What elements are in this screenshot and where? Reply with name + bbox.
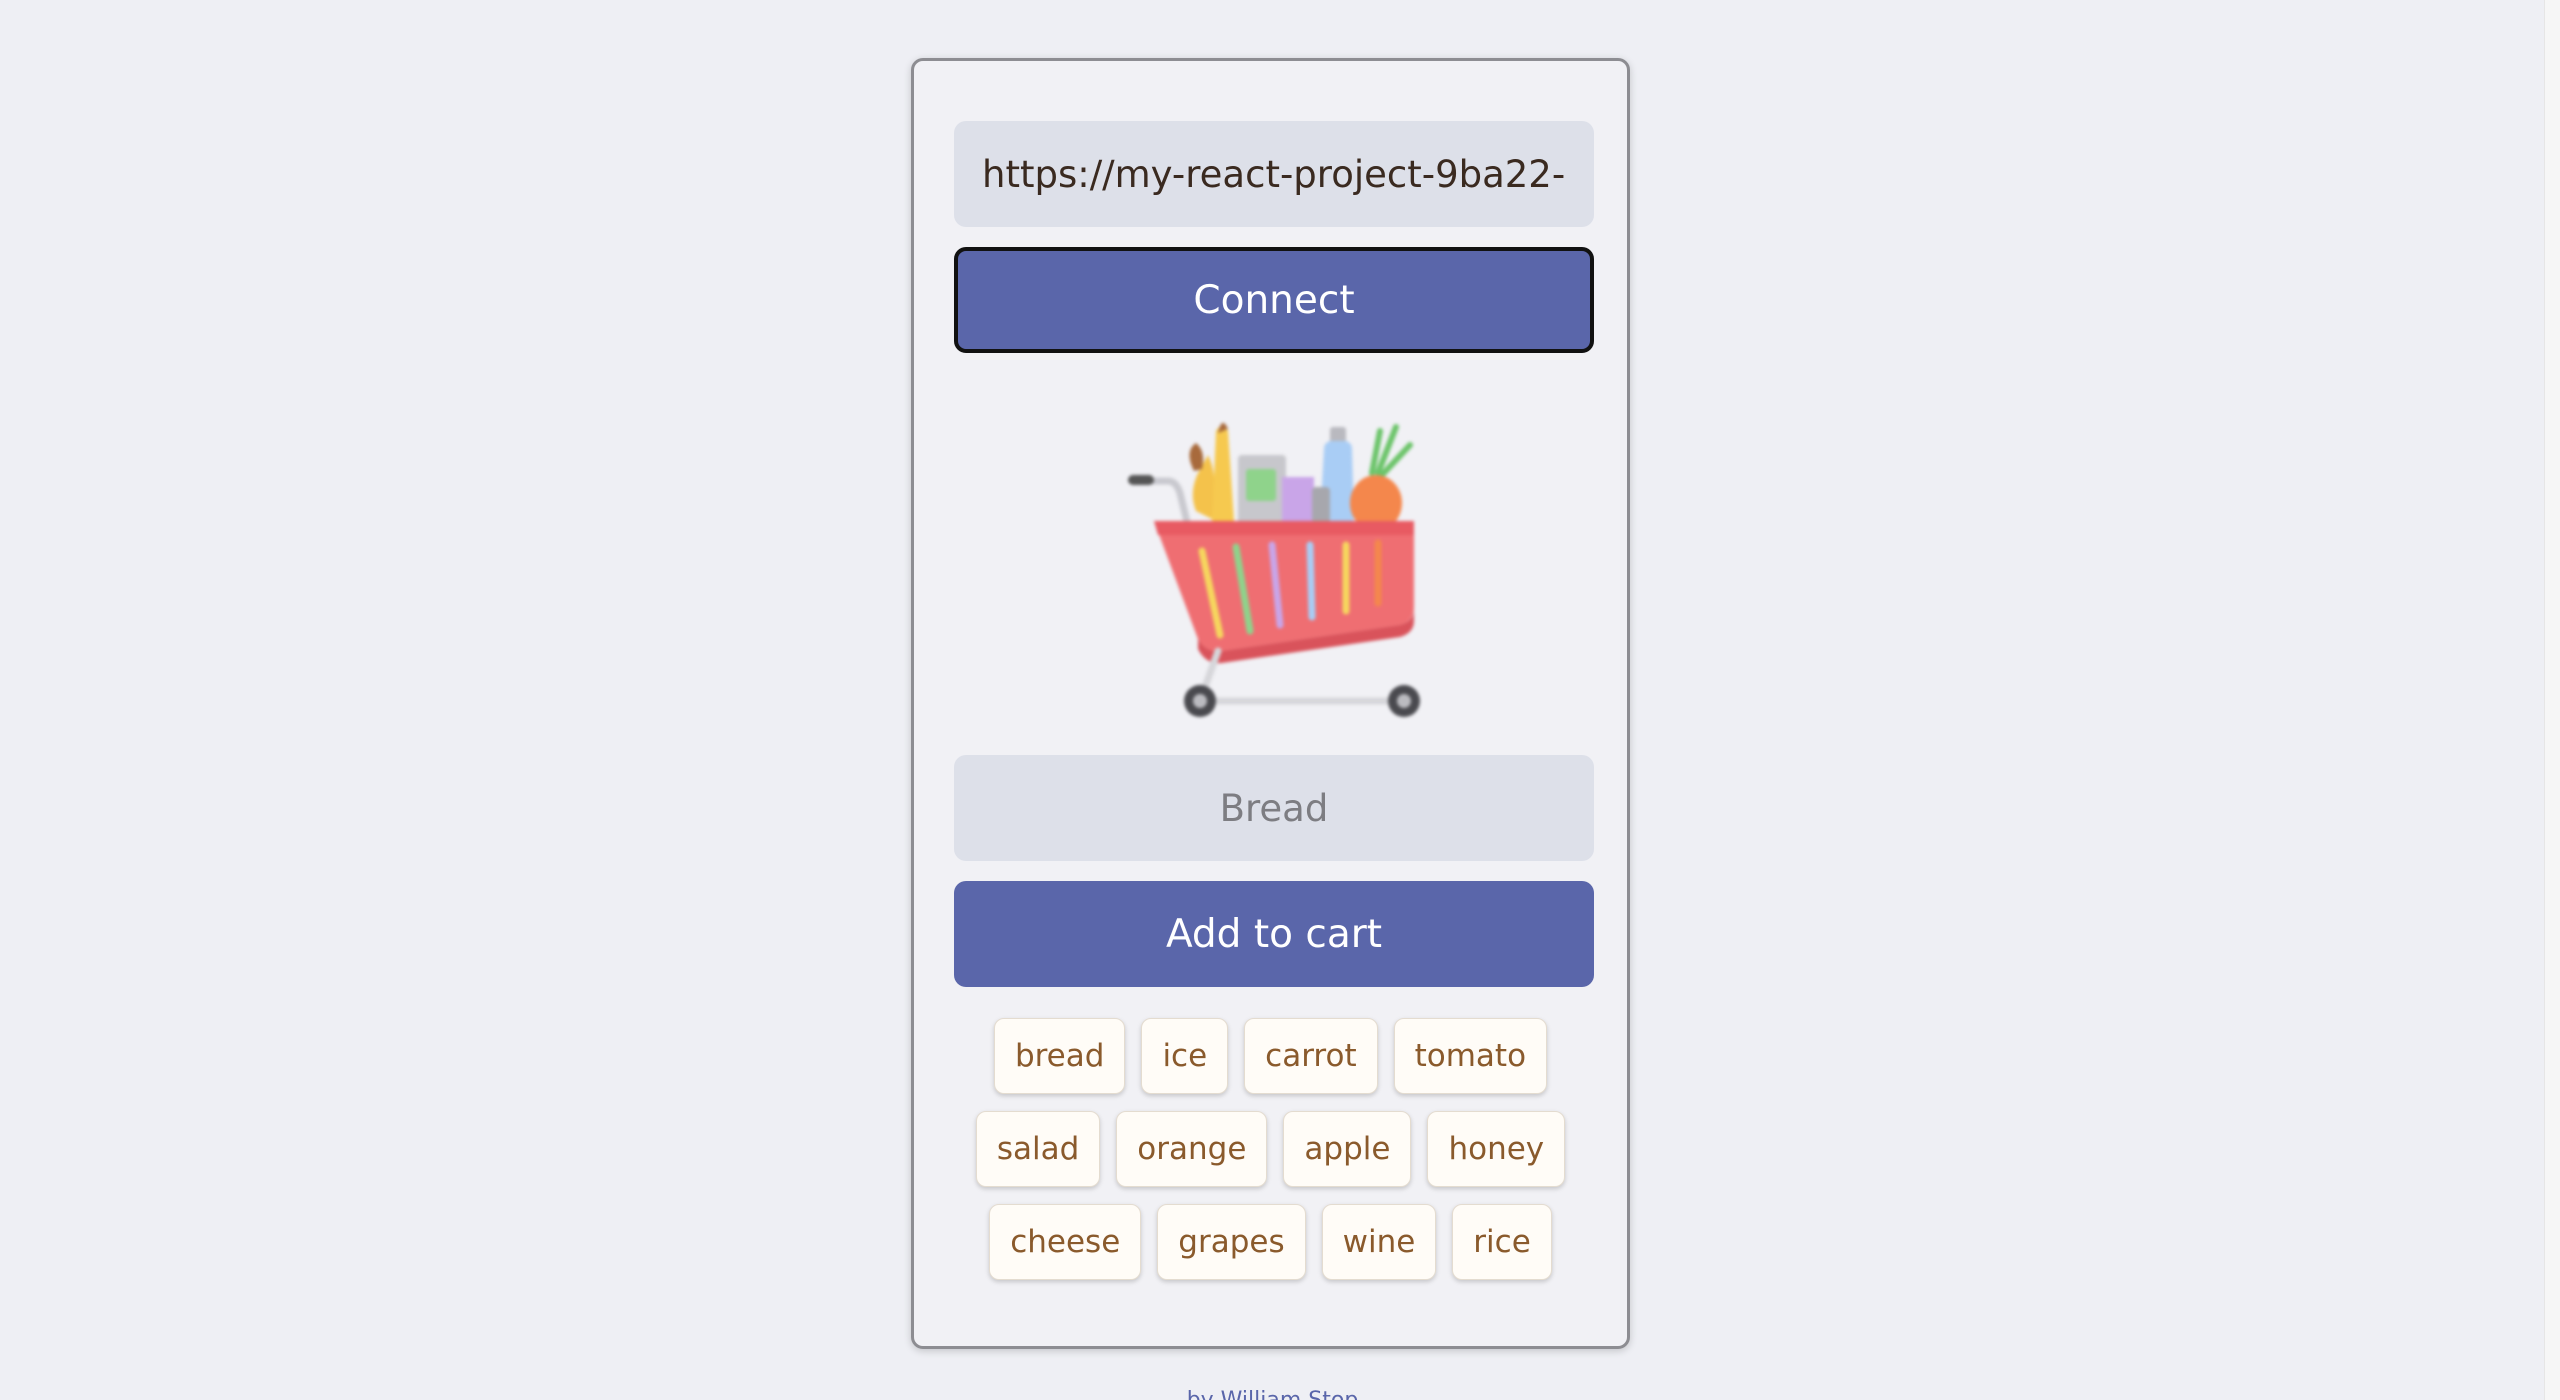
- chip-grapes[interactable]: grapes: [1157, 1204, 1306, 1280]
- footer-credit: by William Stop: [0, 1388, 2545, 1400]
- chip-rice[interactable]: rice: [1452, 1204, 1552, 1280]
- add-to-cart-button[interactable]: Add to cart: [954, 881, 1594, 987]
- chip-row: bread ice carrot tomato: [914, 1018, 1627, 1094]
- main-card: Connect: [911, 58, 1630, 1349]
- chip-cheese[interactable]: cheese: [989, 1204, 1142, 1280]
- page: Connect: [0, 0, 2560, 1400]
- item-input[interactable]: [954, 755, 1594, 861]
- connect-button[interactable]: Connect: [954, 247, 1594, 353]
- vertical-scrollbar[interactable]: [2544, 0, 2560, 1400]
- chip-row: salad orange apple honey: [914, 1111, 1627, 1187]
- suggestion-chips: bread ice carrot tomato salad orange app…: [914, 1018, 1627, 1297]
- chip-orange[interactable]: orange: [1116, 1111, 1268, 1187]
- chip-apple[interactable]: apple: [1283, 1111, 1412, 1187]
- shopping-cart-icon: [1128, 422, 1420, 717]
- chip-honey[interactable]: honey: [1427, 1111, 1566, 1187]
- chip-carrot[interactable]: carrot: [1244, 1018, 1378, 1094]
- chip-tomato[interactable]: tomato: [1393, 1018, 1548, 1094]
- chip-salad[interactable]: salad: [975, 1111, 1101, 1187]
- chip-ice[interactable]: ice: [1141, 1018, 1229, 1094]
- chip-bread[interactable]: bread: [993, 1018, 1126, 1094]
- chip-row: cheese grapes wine rice: [914, 1204, 1627, 1280]
- chip-wine[interactable]: wine: [1321, 1204, 1437, 1280]
- url-input[interactable]: [954, 121, 1594, 227]
